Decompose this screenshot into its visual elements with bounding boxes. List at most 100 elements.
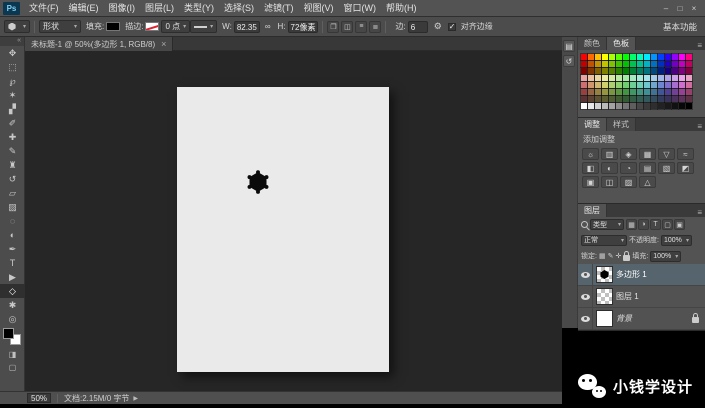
height-field[interactable]: 72像素 [288, 21, 319, 33]
color-swatch[interactable] [588, 61, 594, 67]
color-swatch[interactable] [637, 103, 643, 109]
color-swatch[interactable] [616, 89, 622, 95]
healing-brush-tool[interactable]: ✚ [0, 130, 25, 144]
visibility-toggle[interactable] [578, 264, 593, 285]
color-swatch[interactable] [672, 61, 678, 67]
color-swatch[interactable] [595, 54, 601, 60]
color-swatch[interactable] [609, 68, 615, 74]
filter-pixel-layers-icon[interactable]: ▦ [626, 219, 637, 230]
color-swatch[interactable] [637, 96, 643, 102]
color-swatch[interactable] [651, 68, 657, 74]
color-swatch[interactable] [672, 96, 678, 102]
color-swatch[interactable] [637, 68, 643, 74]
eyedropper-tool[interactable]: ✐ [0, 116, 25, 130]
color-swatch[interactable] [602, 89, 608, 95]
gradient-tool[interactable]: ▨ [0, 200, 25, 214]
layer-thumbnail[interactable] [597, 267, 612, 282]
color-swatch[interactable] [595, 61, 601, 67]
maximize-button[interactable]: □ [673, 4, 687, 13]
invert-icon[interactable]: ◩ [677, 162, 694, 174]
color-swatch[interactable] [630, 82, 636, 88]
color-swatch[interactable] [644, 96, 650, 102]
polygon-shape[interactable] [246, 170, 270, 194]
hand-tool[interactable]: ✱ [0, 298, 25, 312]
color-swatch[interactable] [644, 82, 650, 88]
layer-thumbnail[interactable] [597, 311, 612, 326]
color-swatch[interactable] [665, 89, 671, 95]
color-swatch[interactable] [672, 75, 678, 81]
color-swatch[interactable] [623, 75, 629, 81]
color-swatch[interactable] [623, 54, 629, 60]
color-swatch[interactable] [609, 54, 615, 60]
color-swatch[interactable] [637, 82, 643, 88]
blur-tool[interactable]: ◌ [0, 214, 25, 228]
color-swatch[interactable] [679, 68, 685, 74]
color-swatch[interactable] [630, 96, 636, 102]
color-swatch[interactable] [672, 54, 678, 60]
layer-row[interactable]: 背景 [578, 308, 705, 330]
color-swatch[interactable] [658, 103, 664, 109]
color-swatch[interactable] [630, 54, 636, 60]
color-swatch[interactable] [581, 89, 587, 95]
color-swatch[interactable] [623, 61, 629, 67]
color-swatch[interactable] [637, 54, 643, 60]
layer-fill-field[interactable]: 100% [650, 251, 681, 262]
color-swatch[interactable] [644, 103, 650, 109]
color-swatch[interactable] [651, 103, 657, 109]
minimize-button[interactable]: – [659, 4, 673, 13]
move-tool[interactable]: ✥ [0, 46, 25, 60]
color-swatch[interactable] [665, 96, 671, 102]
path-arrangement-icon[interactable]: ≣ [369, 21, 381, 33]
color-swatch[interactable] [581, 103, 587, 109]
color-swatch[interactable] [588, 75, 594, 81]
link-dimensions-icon[interactable]: ∞ [265, 22, 271, 31]
opacity-field[interactable]: 100% [661, 235, 692, 246]
crop-tool[interactable]: ▞ [0, 102, 25, 116]
color-swatch[interactable] [679, 82, 685, 88]
filter-type-dropdown[interactable]: 类型 [590, 219, 624, 230]
color-swatch[interactable] [679, 61, 685, 67]
color-swatch[interactable] [595, 96, 601, 102]
color-swatch[interactable] [658, 61, 664, 67]
combine-shapes-icon[interactable]: ❐ [327, 21, 339, 33]
menu-item-4[interactable]: 类型(Y) [179, 0, 219, 17]
color-swatch[interactable] [686, 96, 692, 102]
tool-mode-dropdown[interactable]: 形状 [39, 20, 81, 33]
menu-item-7[interactable]: 视图(V) [299, 0, 339, 17]
color-swatch[interactable] [658, 68, 664, 74]
color-swatch[interactable] [588, 89, 594, 95]
color-swatch[interactable] [609, 89, 615, 95]
sides-field[interactable]: 6 [408, 21, 428, 33]
path-selection-tool[interactable]: ▶ [0, 270, 25, 284]
clone-stamp-tool[interactable]: ♜ [0, 158, 25, 172]
color-swatch[interactable] [686, 103, 692, 109]
lock-image-pixels-icon[interactable]: ✎ [608, 252, 614, 260]
menu-item-2[interactable]: 图像(I) [104, 0, 141, 17]
lock-all-icon[interactable] [623, 255, 630, 261]
channel-mixer-icon[interactable]: ▤ [639, 162, 656, 174]
color-swatch[interactable] [651, 75, 657, 81]
pen-tool[interactable]: ✒ [0, 242, 25, 256]
workspace-switcher[interactable]: 基本功能 [663, 21, 697, 33]
color-swatch[interactable] [602, 68, 608, 74]
color-swatch[interactable] [651, 96, 657, 102]
color-swatch[interactable] [637, 89, 643, 95]
color-swatch[interactable] [588, 54, 594, 60]
shape-tool[interactable]: ◇ [0, 284, 25, 298]
color-swatch[interactable] [644, 68, 650, 74]
color-swatch[interactable] [595, 75, 601, 81]
color-swatch[interactable] [581, 75, 587, 81]
color-swatch[interactable] [686, 75, 692, 81]
color-swatch[interactable] [658, 82, 664, 88]
color-swatch[interactable] [616, 61, 622, 67]
color-swatch[interactable] [672, 103, 678, 109]
exposure-icon[interactable]: ▦ [639, 148, 656, 160]
color-swatch[interactable] [602, 103, 608, 109]
fill-color-swatch[interactable] [106, 22, 120, 31]
filter-shape-layers-icon[interactable]: ▢ [662, 219, 673, 230]
color-swatch[interactable] [623, 89, 629, 95]
quick-selection-tool[interactable]: ✶ [0, 88, 25, 102]
color-swatch[interactable] [679, 103, 685, 109]
align-edges-checkbox[interactable] [448, 23, 456, 31]
color-swatch[interactable] [616, 68, 622, 74]
